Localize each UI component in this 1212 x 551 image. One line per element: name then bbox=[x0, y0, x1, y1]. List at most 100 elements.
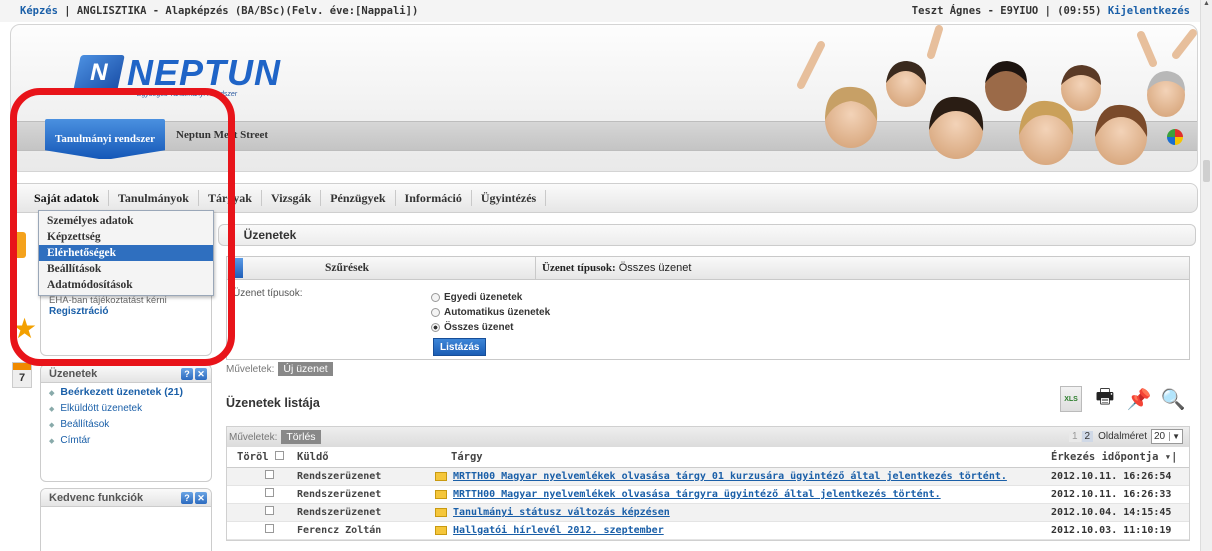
dropdown-item-elerhetosegek[interactable]: Elérhetőségek bbox=[39, 245, 213, 261]
logo-subtitle: Egységes Tanulmányi Rendszer bbox=[137, 91, 238, 98]
print-icon[interactable]: 🖶 bbox=[1094, 386, 1116, 412]
row-subject-link[interactable]: Hallgatói hírlevél 2012. szeptember bbox=[453, 525, 664, 536]
row-date: 2012.10.11. 16:26:54 bbox=[1051, 467, 1189, 486]
link-settings[interactable]: Beállítások bbox=[41, 416, 211, 432]
sort-icon[interactable]: ▾| bbox=[1165, 451, 1178, 463]
message-type-radio-group: Egyedi üzenetek Automatikus üzenetek Öss… bbox=[431, 290, 550, 335]
messages-table: Töröl Küldő Tárgy Érkezés időpontja ▾| R… bbox=[227, 447, 1189, 540]
registration-info: EHA-ban tájékoztatást kérni bbox=[49, 295, 167, 306]
row-subject-link[interactable]: Tanulmányi státusz változás képzésen bbox=[453, 507, 670, 518]
row-subject-link[interactable]: MRTTH00 Magyar nyelvemlékek olvasása tár… bbox=[453, 471, 1007, 482]
row-sender: Ferencz Zoltán bbox=[287, 521, 395, 540]
link-directory[interactable]: Címtár bbox=[41, 432, 211, 448]
user-info: Teszt Ágnes - E9YIUO | (09:55) Kijelentk… bbox=[911, 5, 1190, 17]
excel-export-icon[interactable]: XLS bbox=[1060, 386, 1082, 412]
training-info: Képzés | ANGLISZTIKA - Alapképzés (BA/BS… bbox=[20, 5, 418, 17]
radio-button-selected[interactable] bbox=[431, 323, 440, 332]
page-link[interactable]: 1 bbox=[1068, 431, 1081, 442]
filter-label: Szűrések bbox=[325, 262, 370, 274]
filter-toggle-button[interactable] bbox=[229, 258, 243, 278]
training-link[interactable]: Képzés bbox=[20, 5, 58, 17]
menu-tanulmanyok[interactable]: Tanulmányok bbox=[109, 190, 199, 206]
registration-link[interactable]: Regisztráció bbox=[49, 306, 203, 317]
radio-button[interactable] bbox=[431, 293, 440, 302]
scroll-thumb[interactable] bbox=[1203, 160, 1210, 182]
logo-name: NEPTUN bbox=[127, 52, 282, 93]
star-icon[interactable]: ★ bbox=[12, 315, 38, 343]
search-icon[interactable]: 🔍 bbox=[1161, 386, 1186, 412]
row-checkbox[interactable] bbox=[265, 470, 274, 479]
page-title: Üzenetek bbox=[243, 228, 297, 242]
table-row[interactable]: Rendszerüzenet MRTTH00 Magyar nyelvemlék… bbox=[227, 485, 1189, 504]
new-message-button[interactable]: Új üzenet bbox=[278, 362, 333, 376]
radio-button[interactable] bbox=[431, 308, 440, 317]
main-content: › Üzenetek Szűrések Üzenet típusok: Össz… bbox=[218, 224, 1198, 551]
link-received-messages[interactable]: Beérkezett üzenetek (21) bbox=[41, 383, 211, 400]
help-icon[interactable]: ? bbox=[181, 491, 193, 504]
favorites-panel-title: Kedvenc funkciók bbox=[49, 491, 144, 504]
scroll-up-icon[interactable]: ▲ bbox=[1201, 0, 1212, 7]
list-tools: XLS 🖶 📌 🔍 bbox=[1060, 386, 1186, 412]
operations-label: Műveletek: bbox=[229, 431, 278, 443]
globe-icon[interactable] bbox=[1167, 129, 1183, 145]
menu-targyak[interactable]: Tárgyak bbox=[199, 190, 262, 206]
help-icon[interactable]: ? bbox=[181, 367, 193, 380]
radio-osszes[interactable]: Összes üzenet bbox=[431, 320, 550, 335]
row-subject-link[interactable]: MRTTH00 Magyar nyelvemlékek olvasása tár… bbox=[453, 489, 941, 500]
page-current[interactable]: 2 bbox=[1081, 431, 1094, 442]
row-checkbox[interactable] bbox=[265, 488, 274, 497]
menu-informacio[interactable]: Információ bbox=[396, 190, 472, 206]
neptun-logo-icon: N bbox=[73, 55, 125, 91]
operations-label: Műveletek: bbox=[226, 363, 275, 375]
dropdown-item-szemelyes-adatok[interactable]: Személyes adatok bbox=[39, 213, 213, 229]
dropdown-item-beallitasok[interactable]: Beállítások bbox=[39, 261, 213, 277]
link-sent-messages[interactable]: Elküldött üzenetek bbox=[41, 400, 211, 416]
row-checkbox[interactable] bbox=[265, 524, 274, 533]
radio-automatikus[interactable]: Automatikus üzenetek bbox=[431, 305, 550, 320]
row-date: 2012.10.04. 14:15:45 bbox=[1051, 503, 1189, 522]
page-size-select[interactable]: 20 ▼ bbox=[1151, 429, 1183, 444]
message-type-field-label: Üzenet típusok: bbox=[233, 288, 303, 299]
calendar-icon[interactable]: 7 bbox=[12, 362, 32, 388]
filter-header: Szűrések Üzenet típusok: Összes üzenet bbox=[226, 256, 1190, 280]
filter-type-label: Üzenet típusok: bbox=[542, 262, 616, 274]
table-row[interactable]: Rendszerüzenet MRTTH00 Magyar nyelvemlék… bbox=[227, 467, 1189, 486]
table-row[interactable]: Ferencz Zoltán Hallgatói hírlevél 2012. … bbox=[227, 521, 1189, 540]
dropdown-item-kepzettseg[interactable]: Képzettség bbox=[39, 229, 213, 245]
operations-bar: Műveletek: Új üzenet bbox=[226, 362, 333, 376]
menu-penzugyek[interactable]: Pénzügyek bbox=[321, 190, 396, 206]
delete-button[interactable]: Törlés bbox=[281, 430, 321, 444]
column-torol: Töröl bbox=[227, 447, 287, 468]
filter-type-value: Összes üzenet bbox=[618, 262, 692, 274]
logout-link[interactable]: Kijelentkezés bbox=[1108, 5, 1190, 17]
row-sender: Rendszerüzenet bbox=[287, 503, 395, 522]
menu-vizsgak[interactable]: Vizsgák bbox=[262, 190, 322, 206]
row-date: 2012.10.03. 11:10:19 bbox=[1051, 521, 1189, 540]
row-checkbox[interactable] bbox=[265, 506, 274, 515]
main-menu: Saját adatok Tanulmányok Tárgyak Vizsgák… bbox=[10, 183, 1198, 213]
sajat-adatok-dropdown: Személyes adatok Képzettség Elérhetősége… bbox=[38, 210, 214, 296]
students-banner-image bbox=[797, 25, 1197, 165]
select-all-checkbox[interactable] bbox=[274, 450, 284, 460]
column-sender[interactable]: Küldő bbox=[287, 447, 395, 468]
favorites-panel-header: Kedvenc funkciók ? ✕ bbox=[41, 489, 211, 507]
session-timer: (09:55) bbox=[1057, 5, 1102, 17]
orange-tab-icon[interactable] bbox=[12, 232, 26, 258]
envelope-icon bbox=[435, 525, 447, 535]
tab-meet-street[interactable]: Neptun Meet Street bbox=[176, 129, 268, 141]
pin-icon[interactable]: 📌 bbox=[1127, 386, 1152, 412]
list-button[interactable]: Listázás bbox=[433, 338, 487, 356]
radio-egyedi[interactable]: Egyedi üzenetek bbox=[431, 290, 550, 305]
close-icon[interactable]: ✕ bbox=[195, 367, 207, 380]
vertical-scrollbar[interactable]: ▲ bbox=[1200, 0, 1212, 551]
column-date[interactable]: Érkezés időpontja ▾| bbox=[1051, 447, 1189, 468]
menu-sajat-adatok[interactable]: Saját adatok bbox=[25, 190, 110, 206]
column-subject[interactable]: Tárgy bbox=[395, 447, 1051, 468]
dropdown-item-adatmodositasok[interactable]: Adatmódosítások bbox=[39, 277, 213, 293]
close-icon[interactable]: ✕ bbox=[195, 491, 207, 504]
user-name: Teszt Ágnes - E9YIUO bbox=[911, 5, 1039, 17]
top-bar: Képzés | ANGLISZTIKA - Alapképzés (BA/BS… bbox=[0, 0, 1200, 22]
table-row[interactable]: Rendszerüzenet Tanulmányi státusz változ… bbox=[227, 503, 1189, 522]
tab-tanulmanyi-rendszer[interactable]: Tanulmányi rendszer bbox=[45, 119, 165, 159]
menu-ugyintezes[interactable]: Ügyintézés bbox=[472, 190, 547, 206]
